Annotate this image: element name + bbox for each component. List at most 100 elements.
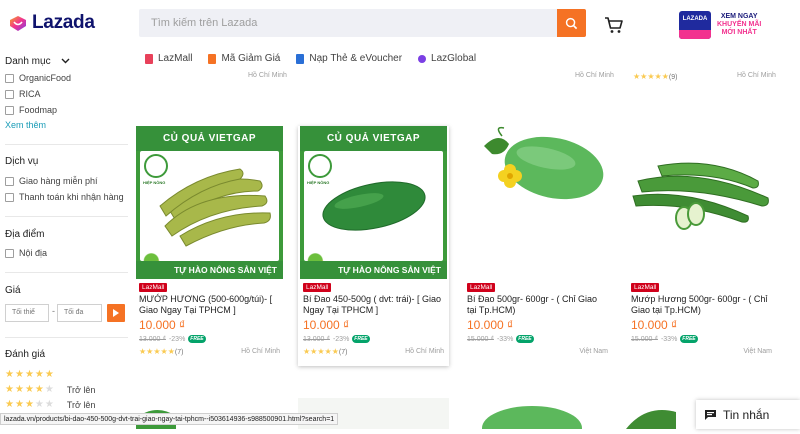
checkbox[interactable] (5, 73, 14, 83)
discount: -33% (496, 335, 514, 343)
chat-icon (705, 409, 716, 420)
search-icon (565, 17, 578, 29)
product-image[interactable] (628, 126, 775, 279)
rating-option-5[interactable]: ★ ★ ★ ★ ★ (5, 370, 54, 380)
service-option[interactable]: Giao hàng miễn phí (5, 176, 98, 186)
divider (5, 144, 128, 145)
product-card[interactable]: CỦ QUẢ VIETGAP HIỆP NÔNG TỰ HÀO NÔNG SẢN… (298, 126, 449, 366)
product-card[interactable]: CỦ QUẢ VIETGAP HIỆP NÔNG TỰ HÀO NÔNG SẢN… (134, 126, 285, 366)
chat-button[interactable]: Tin nhắn (696, 400, 800, 429)
product-card[interactable]: LazMall Bí Đao 500gr- 600gr - ( Chỉ Giao… (462, 126, 613, 366)
phone-card-icon (296, 53, 305, 64)
original-price: 15.000 ₫ (631, 335, 658, 343)
location-filter-title: Địa điểm (5, 229, 45, 240)
product-rating: ★ ★ ★ ★ ★ (7) (139, 347, 184, 356)
checkbox[interactable] (5, 176, 14, 186)
category-option[interactable]: OrganicFood (5, 73, 71, 83)
rating-filter-title: Đánh giá (5, 349, 46, 360)
rating-option-label: Trở lên (66, 385, 96, 395)
price-range-dash: - (52, 306, 55, 316)
top-header: Lazada LAZADA XEM NGAY KHUYẾN MÃI MỚI NH… (0, 0, 800, 46)
image-footer: TỰ HÀO NÔNG SẢN VIỆT (136, 261, 283, 279)
price-filter-title: Giá (5, 285, 21, 296)
product-image[interactable]: CỦ QUẢ VIETGAP HIỆP NÔNG TỰ HÀO NÔNG SẢN… (136, 126, 283, 279)
category-option[interactable]: RICA (5, 89, 41, 99)
product-name[interactable]: Bí Đao 450-500g ( dvt: trái)- [ Giao Nga… (303, 294, 443, 316)
discount: -23% (332, 335, 350, 343)
product-price: 10.000 ₫ (139, 318, 186, 332)
service-option[interactable]: Thanh toán khi nhận hàng (5, 192, 124, 202)
star-icon: ★ (44, 369, 54, 380)
product-name[interactable]: Bí Đao 500gr- 600gr - ( Chỉ Giao tại Tp.… (467, 294, 607, 316)
rating-option-3[interactable]: ★ ★ ★ ★ ★ Trở lên (5, 399, 96, 411)
nav-lazglobal[interactable]: LazGlobal (418, 53, 476, 64)
product-image[interactable]: CỦ QUẢ VIETGAP HIỆP NÔNG TỰ HÀO NÔNG SẢN… (300, 126, 447, 279)
price-max-input[interactable]: Tối đa (57, 304, 102, 322)
lazmall-badge: LazMall (303, 283, 332, 292)
brand-logo-icon (144, 154, 168, 178)
product-price: 10.000 ₫ (631, 318, 678, 332)
product-location: Hồ Chí Minh (405, 348, 444, 355)
rating-option-label: Trở lên (66, 400, 96, 410)
checkbox[interactable] (5, 89, 14, 99)
search-button[interactable] (557, 9, 586, 37)
checkbox[interactable] (5, 248, 14, 258)
nav-voucher[interactable]: Mã Giảm Giá (208, 53, 280, 64)
browser-status-url: lazada.vn/products/bi-dao-450-500g-dvt-t… (0, 413, 339, 425)
next-row-product-image[interactable] (462, 398, 613, 434)
divider (5, 272, 128, 273)
product-name[interactable]: MƯỚP HƯƠNG (500-600g/túi)- [ Giao Ngay T… (139, 294, 279, 316)
nav-topup[interactable]: Nạp Thẻ & eVoucher (296, 53, 402, 64)
luffa-sliced-image (632, 162, 769, 230)
checkbox[interactable] (5, 192, 14, 202)
category-filter-title[interactable]: Danh mục (5, 56, 70, 67)
original-price-row: 15.000 ₫ -33% FREE (467, 335, 534, 343)
search-input[interactable] (139, 9, 557, 37)
chat-label: Tin nhắn (723, 407, 770, 422)
star-icon: ★ (14, 369, 24, 380)
logo-text: Lazada (32, 12, 95, 33)
star-empty-icon: ★ (44, 399, 54, 410)
discount: -33% (660, 335, 678, 343)
price-apply-button[interactable] (107, 304, 125, 322)
promo-banner[interactable]: LAZADA XEM NGAY KHUYẾN MÃI MỚI NHẤT (679, 10, 779, 40)
product-image[interactable] (464, 126, 611, 279)
product-location: Việt Nam (579, 348, 608, 355)
product-card[interactable]: LazMall Mướp Hương 500gr- 600gr - ( Chỉ … (626, 126, 777, 366)
star-icon: ★ (5, 399, 14, 410)
play-icon (113, 309, 119, 317)
original-price: 13.000 ₫ (303, 335, 330, 343)
search-bar (139, 9, 586, 37)
star-icon: ★ (24, 384, 34, 395)
image-banner: CỦ QUẢ VIETGAP (136, 126, 283, 151)
star-icon: ★ (34, 384, 44, 395)
top-nav: LazMall Mã Giảm Giá Nạp Thẻ & eVoucher L… (145, 53, 476, 64)
lazmall-badge: LazMall (139, 283, 168, 292)
see-more-link[interactable]: Xem thêm (5, 120, 46, 130)
brand-logo-icon (308, 154, 332, 178)
location-option[interactable]: Nội địa (5, 248, 47, 258)
category-option[interactable]: Foodmap (5, 105, 57, 115)
rating-option-4[interactable]: ★ ★ ★ ★ ★ Trở lên (5, 384, 96, 396)
lazada-heart-icon (10, 16, 26, 31)
original-price: 13.000 ₫ (139, 335, 166, 343)
product-rating: ★ ★ ★ ★ ★ (7) (303, 347, 348, 356)
nav-lazmall[interactable]: LazMall (145, 53, 192, 64)
divider (5, 337, 128, 338)
service-filter-title: Dịch vụ (5, 156, 39, 167)
star-icon: ★ (14, 399, 24, 410)
checkbox[interactable] (5, 105, 14, 115)
cart-icon[interactable] (604, 15, 624, 35)
promo-text: XEM NGAY KHUYẾN MÃI MỚI NHẤT (717, 13, 762, 36)
promo-badge: LAZADA (679, 11, 711, 39)
product-location: Việt Nam (743, 348, 772, 355)
product-name[interactable]: Mướp Hương 500gr- 600gr - ( Chỉ Giao tại… (631, 294, 771, 316)
free-shipping-badge: FREE (680, 335, 698, 343)
prev-product-location: Hồ Chí Minh (575, 72, 614, 79)
lazada-logo[interactable]: Lazada (8, 12, 95, 34)
star-icon: ★ (5, 384, 14, 395)
star-icon: ★ (24, 369, 34, 380)
price-min-input[interactable]: Tối thiể (5, 304, 49, 322)
prev-product-rating: ★ ★ ★ ★ ★ (9) (633, 72, 678, 81)
image-footer: TỰ HÀO NÔNG SẢN VIỆT (300, 261, 447, 279)
